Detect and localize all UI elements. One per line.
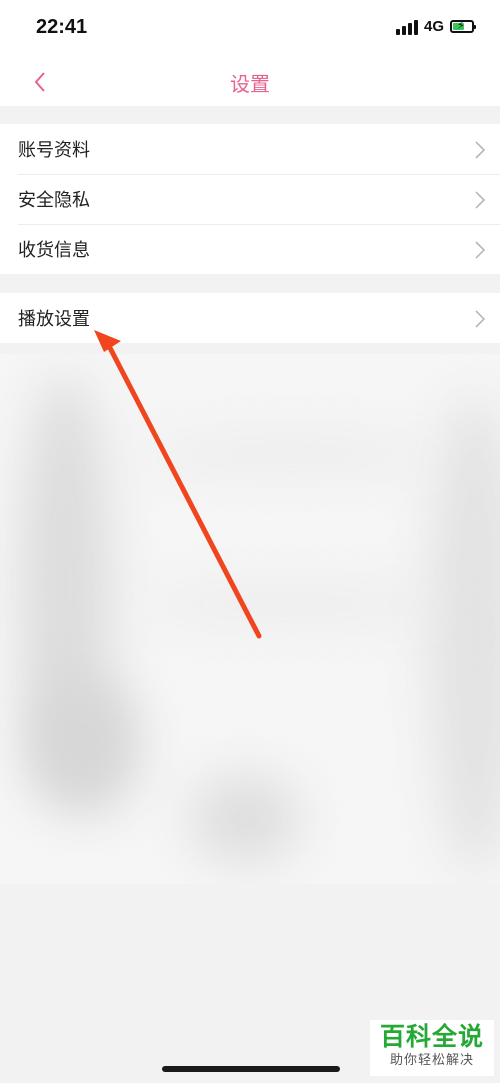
chevron-right-icon (475, 241, 486, 259)
settings-item-account-profile[interactable]: 账号资料 (0, 124, 500, 174)
chevron-right-icon (475, 310, 486, 328)
signal-icon (395, 19, 418, 35)
charging-bolt-icon: ⚡ (457, 19, 465, 32)
page-title: 设置 (230, 72, 270, 96)
chevron-right-icon (475, 191, 486, 209)
watermark-title: 百科全说 (379, 1022, 484, 1051)
settings-item-label: 收货信息 (18, 240, 90, 261)
watermark-logo: 百科全说 助你轻松解决 (370, 1020, 494, 1076)
settings-item-label: 安全隐私 (18, 190, 90, 211)
status-bar: 22:41 4G ⚡ (0, 0, 500, 58)
watermark-subtitle: 助你轻松解决 (389, 1053, 474, 1068)
nav-bar: 设置 (0, 58, 500, 106)
blurred-background (0, 354, 500, 884)
battery-icon: ⚡ (450, 19, 476, 33)
status-time: 22:41 (36, 16, 88, 38)
settings-item-label: 账号资料 (18, 140, 90, 161)
network-type: 4G (423, 18, 444, 35)
status-indicators: 4G ⚡ (395, 18, 476, 35)
chevron-right-icon (475, 141, 486, 159)
settings-group-playback: 播放设置 (0, 293, 500, 343)
settings-item-playback-settings[interactable]: 播放设置 (0, 293, 500, 343)
settings-item-security-privacy[interactable]: 安全隐私 (0, 174, 500, 224)
settings-item-shipping-info[interactable]: 收货信息 (0, 224, 500, 274)
settings-item-label: 播放设置 (18, 309, 90, 330)
home-indicator[interactable] (162, 1066, 340, 1072)
settings-group-account: 账号资料 安全隐私 收货信息 (0, 124, 500, 274)
